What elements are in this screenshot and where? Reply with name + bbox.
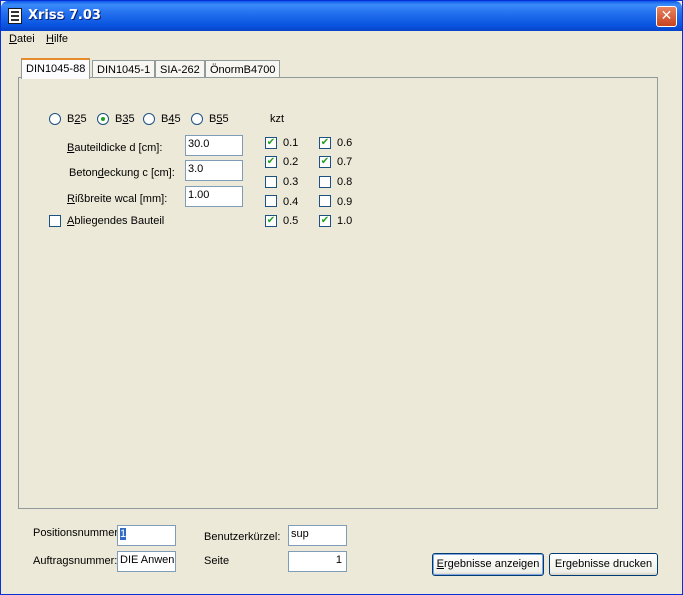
kzt-0-7-checkbox[interactable]: ✔ <box>319 156 331 168</box>
kzt-0-1-checkbox[interactable]: ✔ <box>265 137 277 149</box>
menu-bar: Datei Hilfe <box>1 31 682 48</box>
rissbreite-input[interactable]: 1.00 <box>185 186 243 207</box>
bauteildicke-label: Bauteildicke d [cm]: <box>67 142 163 154</box>
kzt-0-5-label: 0.5 <box>283 215 299 227</box>
rissbreite-label: Rißbreite wcal [mm]: <box>67 193 168 205</box>
kzt-0-9-checkbox[interactable] <box>319 195 331 207</box>
seite-label: Seite <box>204 555 230 567</box>
kzt-0-8-checkbox[interactable] <box>319 176 331 188</box>
menu-datei[interactable]: Datei <box>9 33 35 45</box>
kzt-0-1-label: 0.1 <box>283 137 299 149</box>
seite-input[interactable]: 1 <box>288 551 347 572</box>
abliegendes-bauteil-label: Abliegendes Bauteil <box>67 215 165 227</box>
kzt-0-9-label: 0.9 <box>337 196 353 208</box>
abliegendes-bauteil-checkbox[interactable] <box>49 215 61 227</box>
close-button[interactable]: ✕ <box>656 6 677 27</box>
tab-din1045-88[interactable]: DIN1045-88 <box>21 58 91 79</box>
show-results-button[interactable]: Ergebnisse anzeigen <box>432 553 544 576</box>
kzt-0-4-checkbox[interactable] <box>265 195 277 207</box>
betondeckung-label: Betondeckung c [cm]: <box>69 167 175 179</box>
radio-b55[interactable] <box>191 113 203 125</box>
positionsnummer-input[interactable]: 1 <box>117 525 176 546</box>
kzt-0-6-checkbox[interactable]: ✔ <box>319 137 331 149</box>
radio-b45[interactable] <box>143 113 155 125</box>
kzt-0-4-label: 0.4 <box>283 196 299 208</box>
print-results-button[interactable]: Ergebnisse drucken <box>549 553 658 576</box>
app-window: Xriss 7.03 ✕ Datei Hilfe DIN1045-88 DIN1… <box>0 0 683 595</box>
radio-b35[interactable] <box>97 113 109 125</box>
positionsnummer-label: Positionsnummer: <box>33 527 122 539</box>
kzt-0-5-checkbox[interactable]: ✔ <box>265 215 277 227</box>
app-document-icon <box>8 8 22 24</box>
kzt-header: kzt <box>270 113 285 125</box>
kzt-0-3-label: 0.3 <box>283 176 299 188</box>
kzt-0-3-checkbox[interactable] <box>265 176 277 188</box>
kzt-1-0-label: 1.0 <box>337 215 353 227</box>
benutzerkuerzel-label: Benutzerkürzel: <box>204 531 281 543</box>
window-title: Xriss 7.03 <box>28 8 101 23</box>
betondeckung-input[interactable]: 3.0 <box>185 160 243 181</box>
radio-b25-label: B25 <box>67 113 87 125</box>
auftragsnummer-input[interactable]: DIE Anwen <box>117 551 176 572</box>
title-bar[interactable]: Xriss 7.03 ✕ <box>1 1 682 31</box>
radio-b25[interactable] <box>49 113 61 125</box>
radio-b35-label: B35 <box>115 113 135 125</box>
kzt-0-6-label: 0.6 <box>337 137 353 149</box>
auftragsnummer-label: Auftragsnummer: <box>33 555 118 567</box>
radio-b55-label: B55 <box>209 113 229 125</box>
radio-b45-label: B45 <box>161 113 181 125</box>
kzt-0-2-checkbox[interactable]: ✔ <box>265 156 277 168</box>
close-icon: ✕ <box>660 8 673 24</box>
bauteildicke-input[interactable]: 30.0 <box>185 135 243 156</box>
kzt-0-8-label: 0.8 <box>337 176 353 188</box>
benutzerkuerzel-input[interactable]: sup <box>288 525 347 546</box>
menu-hilfe[interactable]: Hilfe <box>46 33 68 45</box>
kzt-1-0-checkbox[interactable]: ✔ <box>319 215 331 227</box>
kzt-0-7-label: 0.7 <box>337 156 353 168</box>
kzt-0-2-label: 0.2 <box>283 156 299 168</box>
